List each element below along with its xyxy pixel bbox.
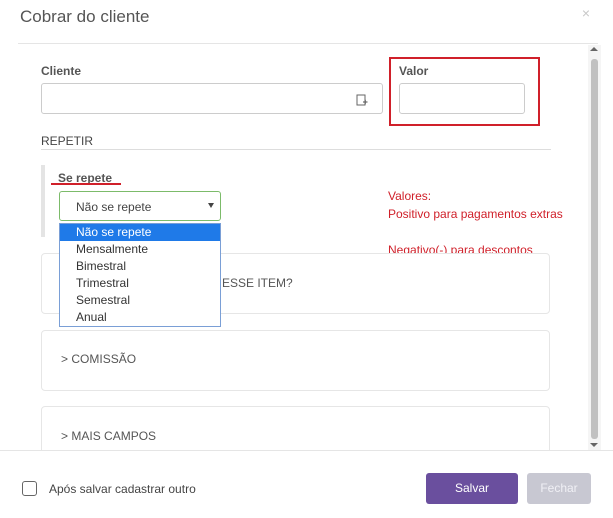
repeat-dropdown-list: Não se repete Mensalmente Bimestral Trim…: [59, 223, 221, 327]
cliente-input[interactable]: [41, 83, 383, 114]
cliente-label: Cliente: [41, 64, 82, 78]
scroll-thumb[interactable]: [591, 59, 598, 439]
option-semestral[interactable]: Semestral: [60, 292, 220, 309]
add-client-icon[interactable]: [356, 94, 368, 106]
modal-header: Cobrar do cliente ×: [18, 0, 598, 44]
hidden-card-title: ESSE ITEM?: [222, 276, 293, 290]
section-divider: [41, 149, 551, 150]
note-positivo: Positivo para pagamentos extras: [388, 207, 563, 221]
chevron-right-icon: >: [61, 352, 69, 366]
modal-footer: Após salvar cadastrar outro Salvar Fecha…: [0, 450, 613, 518]
save-another-label[interactable]: Após salvar cadastrar outro: [49, 482, 196, 496]
option-mensalmente[interactable]: Mensalmente: [60, 241, 220, 258]
save-button[interactable]: Salvar: [426, 473, 518, 504]
repeat-select[interactable]: Não se repete: [59, 191, 221, 221]
option-trimestral[interactable]: Trimestral: [60, 275, 220, 292]
scroll-down-icon[interactable]: [590, 443, 598, 447]
mais-campos-card[interactable]: > MAIS CAMPOS: [41, 406, 550, 450]
chevron-right-icon: >: [61, 429, 69, 443]
caret-down-icon: [208, 203, 214, 208]
option-nao-se-repete[interactable]: Não se repete: [60, 224, 220, 241]
charge-client-modal: Cobrar do cliente × Cliente Valor REPETI…: [0, 0, 613, 518]
close-icon[interactable]: ×: [582, 5, 590, 21]
note-valores: Valores:: [388, 189, 432, 203]
repeat-section-title: REPETIR: [41, 134, 94, 148]
repeat-select-value: Não se repete: [76, 200, 152, 214]
repeat-left-bar: [41, 165, 45, 237]
vertical-scrollbar[interactable]: [588, 45, 601, 450]
modal-body: Cliente Valor REPETIR Se repete Não se r…: [18, 45, 588, 450]
comissao-title: COMISSÃO: [71, 352, 137, 366]
mais-campos-title: MAIS CAMPOS: [71, 429, 157, 443]
red-underline-annotation: [51, 183, 121, 185]
scroll-up-icon[interactable]: [590, 47, 598, 51]
valor-label: Valor: [399, 64, 429, 78]
save-another-checkbox[interactable]: [22, 481, 37, 496]
comissao-card[interactable]: > COMISSÃO: [41, 330, 550, 391]
valor-input[interactable]: [399, 83, 525, 114]
option-anual[interactable]: Anual: [60, 309, 220, 326]
option-bimestral[interactable]: Bimestral: [60, 258, 220, 275]
modal-title: Cobrar do cliente: [20, 7, 150, 26]
close-button[interactable]: Fechar: [527, 473, 591, 504]
